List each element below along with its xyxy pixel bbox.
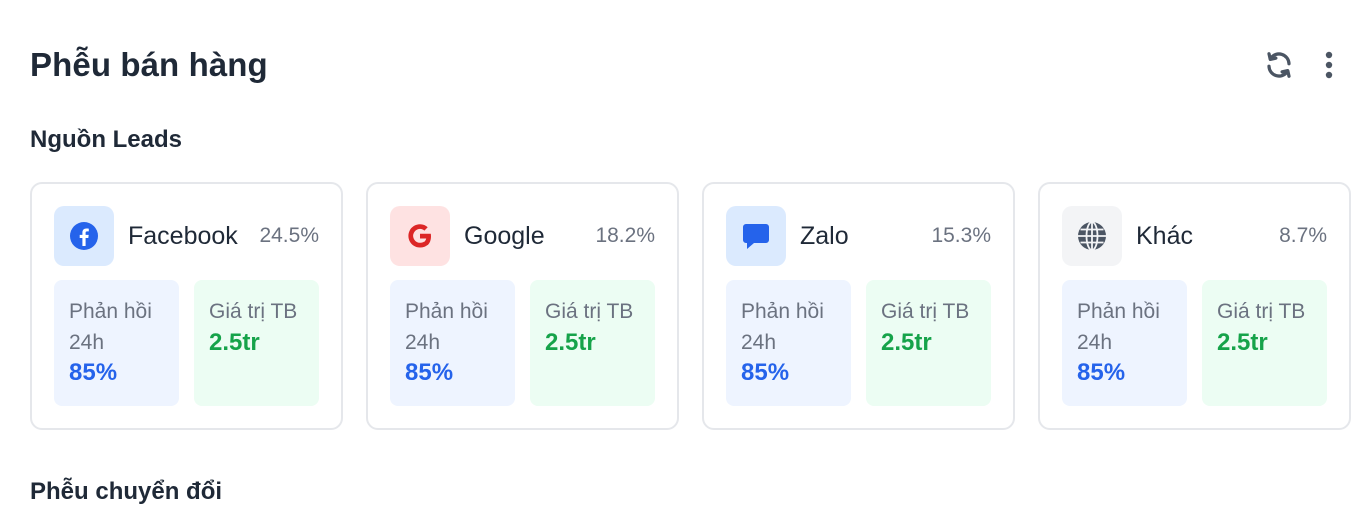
section-title-conversion-funnel: Phễu chuyển đổi [30,478,223,505]
source-name: Zalo [800,221,849,250]
metric-value: 2.5tr [1217,329,1268,356]
section-title-lead-sources: Nguồn Leads [30,126,183,153]
source-metrics: Phản hồi 24h 85% Giá trị TB 2.5tr [726,280,991,406]
facebook-icon [70,222,98,250]
source-metrics: Phản hồi 24h 85% Giá trị TB 2.5tr [1062,280,1327,406]
metric-label: Phản hồi 24h [741,300,824,354]
source-percent: 8.7% [1279,224,1327,247]
source-logo [390,206,450,266]
header-actions [1263,49,1345,81]
lead-source-cards: Facebook 24.5% Phản hồi 24h 85% Giá trị … [30,182,1351,430]
card-header: Facebook 24.5% [54,206,319,266]
chat-bubble-icon [743,224,769,249]
source-metrics: Phản hồi 24h 85% Giá trị TB 2.5tr [54,280,319,406]
metric-value: 85% [1077,359,1126,386]
card-header: Khác 8.7% [1062,206,1327,266]
metric-value: 2.5tr [881,329,932,356]
source-name: Khác [1136,221,1193,250]
metric-label: Giá trị TB [545,300,634,323]
metric-value: 2.5tr [545,329,596,356]
source-logo [726,206,786,266]
response-rate-metric: Phản hồi 24h 85% [390,280,515,406]
metric-value: 2.5tr [209,329,260,356]
response-rate-metric: Phản hồi 24h 85% [54,280,179,406]
metric-value: 85% [741,359,790,386]
metric-value: 85% [69,359,118,386]
metric-value: 85% [405,359,454,386]
response-rate-metric: Phản hồi 24h 85% [726,280,851,406]
page-title: Phễu bán hàng [30,46,268,83]
source-card-other[interactable]: Khác 8.7% Phản hồi 24h 85% Giá trị TB 2.… [1038,182,1351,430]
source-percent: 15.3% [931,224,991,247]
more-options-button[interactable] [1313,49,1345,81]
metric-label: Phản hồi 24h [69,300,152,354]
metric-label: Phản hồi 24h [405,300,488,354]
source-card-facebook[interactable]: Facebook 24.5% Phản hồi 24h 85% Giá trị … [30,182,343,430]
refresh-button[interactable] [1263,49,1295,81]
response-rate-metric: Phản hồi 24h 85% [1062,280,1187,406]
source-logo [54,206,114,266]
metric-label: Phản hồi 24h [1077,300,1160,354]
source-card-zalo[interactable]: Zalo 15.3% Phản hồi 24h 85% Giá trị TB 2… [702,182,1015,430]
source-name: Facebook [128,221,238,250]
avg-value-metric: Giá trị TB 2.5tr [530,280,655,406]
source-name: Google [464,221,545,250]
source-card-google[interactable]: Google 18.2% Phản hồi 24h 85% Giá trị TB… [366,182,679,430]
metric-label: Giá trị TB [1217,300,1306,323]
source-metrics: Phản hồi 24h 85% Giá trị TB 2.5tr [390,280,655,406]
metric-label: Giá trị TB [209,300,298,323]
metric-label: Giá trị TB [881,300,970,323]
avg-value-metric: Giá trị TB 2.5tr [194,280,319,406]
source-percent: 18.2% [595,224,655,247]
source-percent: 24.5% [259,224,319,247]
avg-value-metric: Giá trị TB 2.5tr [866,280,991,406]
refresh-icon [1267,52,1291,78]
card-header: Google 18.2% [390,206,655,266]
avg-value-metric: Giá trị TB 2.5tr [1202,280,1327,406]
globe-icon [1078,221,1106,251]
source-logo [1062,206,1122,266]
more-vertical-icon [1325,51,1333,79]
panel-header: Phễu bán hàng [30,40,1349,90]
card-header: Zalo 15.3% [726,206,991,266]
google-icon [408,224,431,248]
